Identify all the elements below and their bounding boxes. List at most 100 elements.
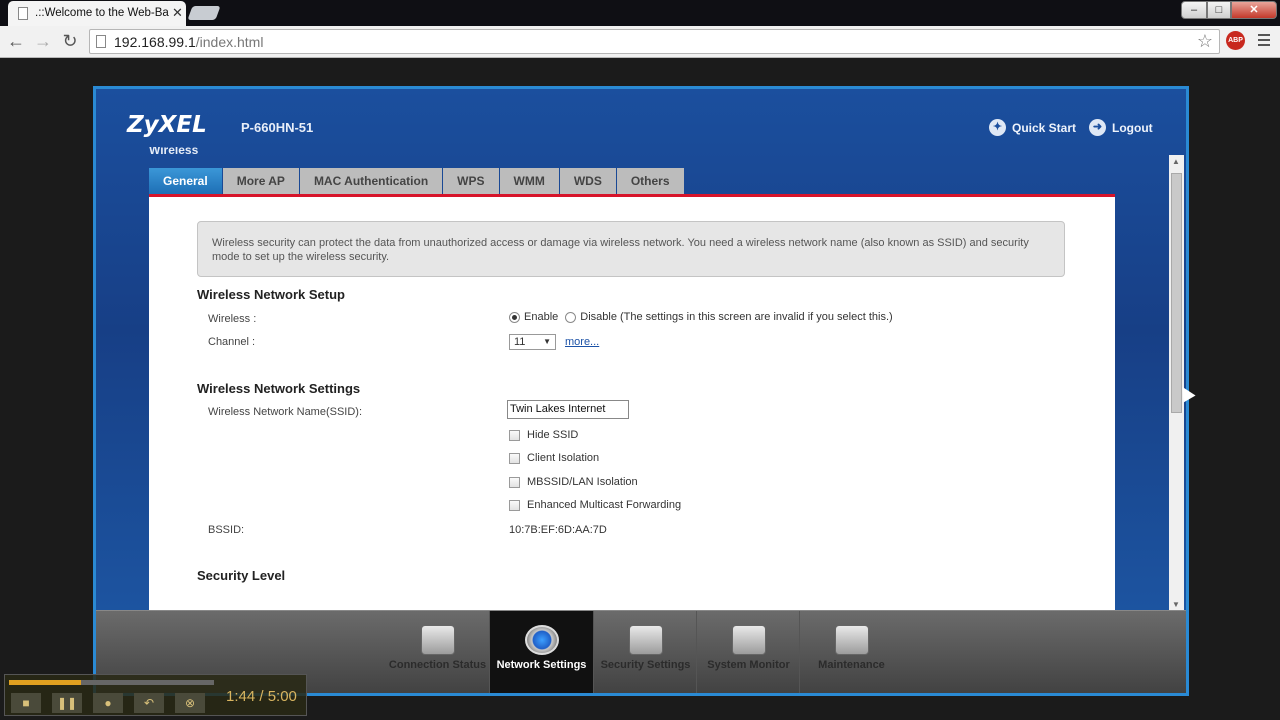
logout-link[interactable]: ➜ Logout (1089, 119, 1153, 136)
quick-start-icon: ✦ (989, 119, 1006, 136)
window-close-button[interactable]: ✕ (1231, 1, 1277, 19)
channel-row: 11 ▼ more... (509, 334, 599, 350)
dock-label: System Monitor (707, 659, 790, 671)
content-panel: Wireless security can protect the data f… (149, 197, 1115, 617)
scroll-thumb[interactable] (1171, 173, 1182, 413)
disable-label: Disable (The settings in this screen are… (580, 311, 893, 323)
ssid-label: Wireless Network Name(SSID): (208, 406, 363, 418)
toolbox-icon (834, 625, 869, 655)
bssid-label: BSSID: (208, 524, 245, 536)
cancel-icon[interactable]: ⊗ (175, 693, 205, 713)
quick-start-label: Quick Start (1012, 120, 1077, 135)
multicast-checkbox[interactable] (509, 499, 520, 511)
setup-heading: Wireless Network Setup (197, 287, 345, 302)
tab-title: .::Welcome to the Web-Ba (35, 7, 169, 19)
more-link[interactable]: more... (565, 336, 599, 348)
video-progress-fill (9, 680, 81, 685)
video-progress-bar[interactable] (9, 680, 214, 685)
hide-ssid-checkbox[interactable] (509, 429, 520, 441)
adblock-icon[interactable]: ABP (1226, 31, 1245, 50)
url-path: /index.html (195, 34, 264, 50)
browser-titlebar: .::Welcome to the Web-Ba ✕ – □ ✕ (0, 0, 1280, 26)
settings-heading: Wireless Network Settings (197, 381, 361, 396)
channel-select[interactable]: 11 ▼ (509, 334, 556, 350)
enable-radio[interactable] (509, 311, 520, 323)
reload-icon[interactable]: ↻ (60, 31, 80, 52)
section-title: Wireless (149, 147, 199, 155)
url-text: 192.168.99.1/index.html (114, 34, 263, 50)
ssid-row: Twin Lakes Internet (507, 400, 629, 419)
tab-more-ap[interactable]: More AP (222, 168, 299, 194)
page-viewport: ZyXEL P-660HN-51 ✦ Quick Start ➜ Logout … (0, 58, 1280, 720)
video-controls: ■ ❚❚ ● ↶ ⊗ 1:44 / 5:00 (4, 674, 307, 716)
hide-ssid-row: Hide SSID (509, 429, 578, 441)
multicast-label: Enhanced Multicast Forwarding (527, 499, 682, 511)
dock-security-settings[interactable]: Security Settings (594, 611, 697, 693)
disable-radio[interactable] (565, 311, 577, 323)
model-name: P-660HN-51 (241, 120, 314, 135)
new-tab-button[interactable] (187, 6, 221, 20)
chart-icon (731, 625, 766, 655)
client-isolation-row: Client Isolation (509, 452, 599, 464)
tab-wmm[interactable]: WMM (499, 168, 559, 194)
wireless-radio-group: Enable Disable (The settings in this scr… (509, 311, 893, 323)
hide-ssid-label: Hide SSID (527, 429, 579, 441)
enable-label: Enable (524, 311, 559, 323)
client-isolation-checkbox[interactable] (509, 452, 520, 464)
undo-icon[interactable]: ↶ (134, 693, 164, 713)
dock-label: Connection Status (388, 659, 487, 671)
logout-label: Logout (1112, 120, 1153, 135)
bookmark-star-icon[interactable]: ☆ (1197, 31, 1213, 52)
tab-close-icon[interactable]: ✕ (172, 5, 183, 21)
address-bar[interactable]: 192.168.99.1/index.html ☆ (89, 29, 1220, 54)
dock-label: Network Settings (496, 659, 587, 671)
dock-connection-status[interactable]: Connection Status (386, 611, 489, 693)
tab-wds[interactable]: WDS (559, 168, 616, 194)
security-heading: Security Level (197, 568, 286, 583)
tab-wps[interactable]: WPS (443, 168, 499, 194)
zyxel-logo: ZyXEL (127, 112, 207, 138)
channel-value: 11 (514, 336, 526, 348)
tab-general[interactable]: General (149, 168, 222, 194)
quick-start-link[interactable]: ✦ Quick Start (989, 119, 1076, 136)
mbssid-checkbox[interactable] (509, 476, 520, 488)
logout-icon: ➜ (1089, 119, 1106, 136)
router-panel: ZyXEL P-660HN-51 ✦ Quick Start ➜ Logout … (93, 86, 1189, 696)
page-icon (18, 7, 28, 20)
info-box: Wireless security can protect the data f… (197, 221, 1065, 277)
tab-mac-authentication[interactable]: MAC Authentication (299, 168, 443, 194)
mbssid-row: MBSSID/LAN Isolation (509, 476, 638, 488)
mbssid-label: MBSSID/LAN Isolation (527, 476, 638, 488)
url-host: 192.168.99.1 (114, 34, 196, 50)
browser-toolbar: ← → ↻ 192.168.99.1/index.html ☆ ABP (0, 26, 1280, 58)
browser-tab[interactable]: .::Welcome to the Web-Ba ✕ (8, 1, 186, 26)
tab-others[interactable]: Others (616, 168, 684, 194)
pause-icon[interactable]: ❚❚ (52, 693, 82, 713)
chevron-down-icon: ▼ (543, 337, 551, 346)
minimize-button[interactable]: – (1181, 1, 1207, 19)
wireless-label: Wireless : (208, 313, 257, 325)
video-time: 1:44 / 5:00 (226, 688, 297, 705)
microphone-icon[interactable]: ● (93, 693, 123, 713)
window-controls: – □ ✕ (1181, 1, 1277, 19)
forward-arrow-icon[interactable]: → (33, 31, 53, 52)
dock-system-monitor[interactable]: System Monitor (697, 611, 800, 693)
multicast-row: Enhanced Multicast Forwarding (509, 499, 681, 511)
ssid-input[interactable]: Twin Lakes Internet (507, 400, 629, 419)
scroll-up-icon[interactable]: ▲ (1172, 157, 1180, 166)
dock-maintenance[interactable]: Maintenance (800, 611, 903, 693)
page-scrollbar[interactable]: ▲ ▼ (1169, 155, 1184, 610)
monitor-icon (420, 625, 455, 655)
stop-icon[interactable]: ■ (11, 693, 41, 713)
bssid-value: 10:7B:EF:6D:AA:7D (509, 524, 607, 536)
tab-bar: General More AP MAC Authentication WPS W… (149, 168, 684, 194)
channel-label: Channel : (208, 336, 256, 348)
shield-icon (628, 625, 663, 655)
scroll-down-icon[interactable]: ▼ (1172, 600, 1180, 609)
back-arrow-icon[interactable]: ← (6, 31, 26, 52)
maximize-button[interactable]: □ (1207, 1, 1231, 19)
menu-icon[interactable] (1258, 34, 1270, 48)
dock-label: Maintenance (818, 659, 885, 671)
client-isolation-label: Client Isolation (527, 452, 600, 464)
dock-network-settings[interactable]: Network Settings (490, 611, 593, 693)
